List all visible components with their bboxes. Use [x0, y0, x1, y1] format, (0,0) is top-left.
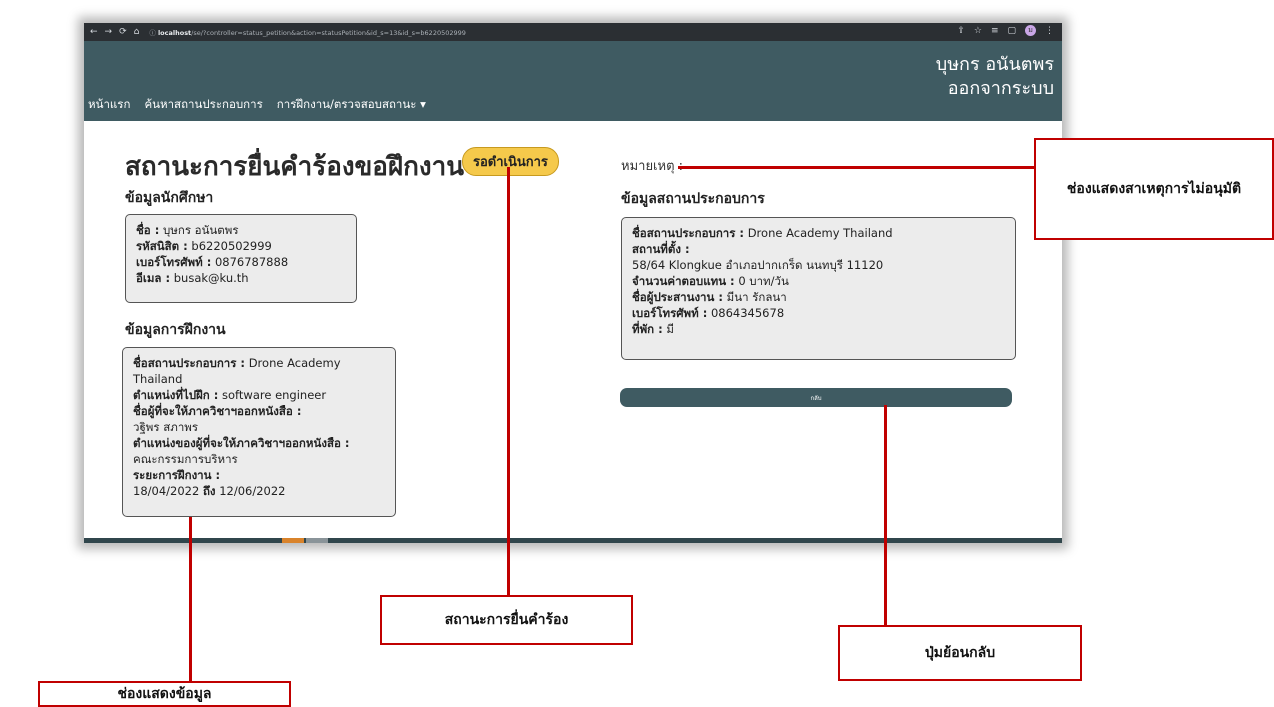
company-pay-row: จำนวนค่าตอบแทน : 0 บาท/วัน — [632, 274, 789, 288]
training-position-row: ตำแหน่งที่ไปฝึก : software engineer — [133, 388, 327, 402]
status-pointer-line — [507, 167, 510, 595]
company-location-label: สถานที่ตั้ง : — [632, 242, 690, 256]
student-id-row: รหัสนิสิต : b6220502999 — [136, 239, 272, 253]
menu-home[interactable]: หน้าแรก — [88, 96, 130, 114]
training-signer-label: ชื่อผู้ที่จะให้ภาควิชาฯออกหนังสือ : — [133, 404, 302, 418]
training-signer-value: วฐิพร สภาพร — [133, 420, 199, 434]
company-location-value: 58/64 Klongkue อำเภอปากเกร็ด นนทบุรี 111… — [632, 258, 884, 272]
logout-link[interactable]: ออกจากระบบ — [936, 77, 1054, 101]
training-info-box: ชื่อสถานประกอบการ : Drone Academy Thaila… — [122, 347, 396, 517]
training-signer-position-label: ตำแหน่งของผู้ที่จะให้ภาควิชาฯออกหนังสือ … — [133, 436, 350, 450]
company-lodging-row: ที่พัก : มี — [632, 322, 674, 336]
training-heading: ข้อมูลการฝึกงาน — [125, 322, 226, 338]
playlist-icon[interactable]: ≡ — [991, 26, 999, 36]
student-heading: ข้อมูลนักศึกษา — [125, 190, 214, 206]
menu-training-status[interactable]: การฝึกงาน/ตรวจสอบสถานะ ▾ — [277, 96, 426, 114]
main-menu: หน้าแรก ค้นหาสถานประกอบการ การฝึกงาน/ตรว… — [88, 96, 426, 114]
menu-search-company[interactable]: ค้นหาสถานประกอบการ — [144, 96, 262, 114]
url-path: /se/?controller=status_petition&action=s… — [191, 29, 466, 37]
home-icon[interactable]: ⌂ — [134, 27, 140, 37]
reload-icon[interactable]: ⟳ — [119, 27, 127, 37]
back-arrow-icon[interactable]: ← — [90, 27, 98, 37]
callout-status: สถานะการยื่นคำร้อง — [380, 595, 633, 645]
share-icon[interactable]: ⇪ — [957, 26, 965, 36]
browser-nav: ← → ⟳ ⌂ — [90, 27, 139, 37]
page-title: สถานะการยื่นคำร้องขอฝึกงาน : — [125, 152, 484, 182]
company-phone-row: เบอร์โทรศัพท์ : 0864345678 — [632, 306, 785, 320]
profile-avatar[interactable]: ม — [1025, 25, 1036, 36]
remark-label: หมายเหตุ : — [621, 159, 684, 174]
window-icon[interactable]: ▢ — [1007, 26, 1016, 36]
address-bar[interactable]: ⓘ localhost/se/?controller=status_petiti… — [149, 27, 466, 37]
top-navbar: บุษกร อนันตพร ออกจากระบบ หน้าแรก ค้นหาสถ… — [84, 41, 1062, 121]
student-info-box: ชื่อ : บุษกร อนันตพร รหัสนิสิต : b622050… — [125, 214, 357, 303]
student-phone-row: เบอร์โทรศัพท์ : 0876787888 — [136, 255, 289, 269]
star-icon[interactable]: ☆ — [974, 26, 982, 36]
more-icon[interactable]: ⋮ — [1045, 26, 1054, 36]
back-pointer-line — [884, 405, 887, 625]
student-email-row: อีเมล : busak@ku.th — [136, 271, 249, 285]
user-name: บุษกร อนันตพร — [935, 54, 1054, 75]
training-period-value: 18/04/2022 ถึง 12/06/2022 — [133, 484, 286, 498]
company-info-box: ชื่อสถานประกอบการ : Drone Academy Thaila… — [621, 217, 1016, 360]
student-name-row: ชื่อ : บุษกร อนันตพร — [136, 223, 239, 237]
forward-arrow-icon[interactable]: → — [105, 27, 113, 37]
company-coordinator-row: ชื่อผู้ประสานงาน : มีนา รักลนา — [632, 290, 787, 304]
info-pointer-line — [189, 517, 192, 681]
remark-pointer-line — [678, 166, 1034, 169]
back-button[interactable]: กลับ — [620, 388, 1012, 407]
training-signer-position-value: คณะกรรมการบริหาร — [133, 452, 238, 466]
url-host: localhost — [157, 29, 192, 37]
status-badge: รอดำเนินการ — [462, 147, 559, 176]
callout-info: ช่องแสดงข้อมูล — [38, 681, 291, 707]
browser-tools: ⇪ ☆ ≡ ▢ ม ⋮ — [957, 25, 1054, 36]
training-company-row: ชื่อสถานประกอบการ : Drone Academy Thaila… — [133, 356, 341, 386]
browser-toolbar: ← → ⟳ ⌂ ⓘ localhost/se/?controller=statu… — [84, 23, 1062, 41]
user-area: บุษกร อนันตพร ออกจากระบบ — [936, 53, 1054, 101]
callout-remark: ช่องแสดงสาเหตุการไม่อนุมัติ — [1034, 138, 1274, 240]
company-name-row: ชื่อสถานประกอบการ : Drone Academy Thaila… — [632, 226, 893, 240]
callout-back: ปุ่มย้อนกลับ — [838, 625, 1082, 681]
app-screenshot: ← → ⟳ ⌂ ⓘ localhost/se/?controller=statu… — [84, 23, 1062, 543]
taskbar-strip — [84, 538, 1062, 543]
info-icon: ⓘ — [149, 29, 156, 37]
company-heading: ข้อมูลสถานประกอบการ — [621, 191, 765, 207]
training-period-label: ระยะการฝึกงาน : — [133, 468, 221, 482]
